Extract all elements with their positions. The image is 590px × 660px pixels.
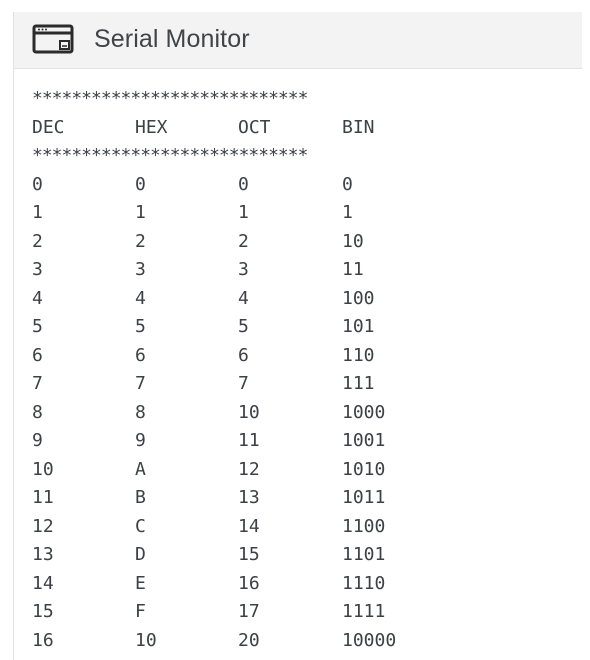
dec-value: 6 xyxy=(32,344,43,366)
dec-value: 10 xyxy=(32,458,54,480)
output-row: 13 D 15 1101 xyxy=(32,541,552,570)
hex-value: B xyxy=(135,487,146,508)
bin-value: 1110 xyxy=(342,572,386,594)
output-row: 10 A 12 1010 xyxy=(32,456,552,485)
output-row: 16 10 20 10000 xyxy=(32,627,552,656)
column-header-row: DEC HEX OCT BIN xyxy=(32,114,552,143)
hex-value: 2 xyxy=(135,230,146,252)
oct-value: 4 xyxy=(238,287,249,309)
dec-value: 5 xyxy=(32,316,43,337)
bin-value: 101 xyxy=(342,316,375,337)
dec-value: 2 xyxy=(32,230,43,252)
output-row: 0 0 0 0 xyxy=(32,171,552,200)
dec-value: 0 xyxy=(32,173,43,195)
oct-value: 5 xyxy=(238,316,249,337)
dec-value: 14 xyxy=(32,572,54,594)
output-row: 6 6 6 110 xyxy=(32,342,552,371)
bin-value: 111 xyxy=(342,373,375,394)
separator-line: **************************** xyxy=(32,88,308,109)
output-rows: 0 0 0 0 1 1 1 1 2 2 2 10 3 3 3 11 4 4 4 100 5 5 5 101 6 6 6 110 7 7 7 1… xyxy=(32,171,552,656)
oct-value: 7 xyxy=(238,373,249,394)
bin-value: 1101 xyxy=(342,544,386,565)
oct-value: 14 xyxy=(238,515,260,537)
output-row: 9 9 11 1001 xyxy=(32,427,552,456)
hex-value: 3 xyxy=(135,259,146,280)
hex-value: 0 xyxy=(135,173,146,195)
dec-value: 12 xyxy=(32,515,54,537)
output-row: 11 B 13 1011 xyxy=(32,484,552,513)
output-row: 3 3 3 11 xyxy=(32,256,552,285)
output-row: 5 5 5 101 xyxy=(32,313,552,342)
dec-value: 11 xyxy=(32,487,54,508)
oct-value: 11 xyxy=(238,430,260,451)
dec-value: 13 xyxy=(32,544,54,565)
dec-value: 15 xyxy=(32,601,54,622)
hex-value: 9 xyxy=(135,430,146,451)
column-header-hex: HEX xyxy=(135,116,168,138)
output-row: 7 7 7 111 xyxy=(32,370,552,399)
output-row: 4 4 4 100 xyxy=(32,285,552,314)
hex-value: A xyxy=(135,458,146,480)
dec-value: 9 xyxy=(32,430,43,451)
output-row: 14 E 16 1110 xyxy=(32,570,552,599)
bin-value: 0 xyxy=(342,173,353,195)
hex-value: 7 xyxy=(135,373,146,394)
oct-value: 12 xyxy=(238,458,260,480)
output-row: 12 C 14 1100 xyxy=(32,513,552,542)
serial-monitor-title: Serial Monitor xyxy=(94,25,250,53)
oct-value: 10 xyxy=(238,401,260,423)
hex-value: 1 xyxy=(135,202,146,223)
hex-value: 5 xyxy=(135,316,146,337)
hex-value: D xyxy=(135,544,146,565)
bin-value: 1000 xyxy=(342,401,386,423)
separator-line: **************************** xyxy=(32,145,308,166)
dec-value: 8 xyxy=(32,401,43,423)
column-header-bin: BIN xyxy=(342,116,375,138)
hex-value: F xyxy=(135,601,146,622)
bin-value: 1010 xyxy=(342,458,386,480)
serial-monitor-header: Serial Monitor xyxy=(14,12,582,69)
oct-value: 16 xyxy=(238,572,260,594)
output-row: 2 2 2 10 xyxy=(32,228,552,257)
bin-value: 1111 xyxy=(342,601,386,622)
oct-value: 2 xyxy=(238,230,249,252)
dec-value: 3 xyxy=(32,259,43,280)
serial-monitor-window-icon xyxy=(32,24,74,54)
oct-value: 13 xyxy=(238,487,260,508)
oct-value: 1 xyxy=(238,202,249,223)
bin-value: 110 xyxy=(342,344,375,366)
bin-value: 1001 xyxy=(342,430,386,451)
bin-value: 1100 xyxy=(342,515,386,537)
hex-value: 4 xyxy=(135,287,146,309)
output-row: 15 F 17 1111 xyxy=(32,598,552,627)
output-row: 8 8 10 1000 xyxy=(32,399,552,428)
column-header-dec: DEC xyxy=(32,116,65,138)
hex-value: 6 xyxy=(135,344,146,366)
serial-monitor-panel: Serial Monitor *************************… xyxy=(13,12,582,660)
oct-value: 20 xyxy=(238,629,260,651)
bin-value: 1011 xyxy=(342,487,386,508)
hex-value: C xyxy=(135,515,146,537)
bin-value: 10000 xyxy=(342,629,397,651)
dec-value: 4 xyxy=(32,287,43,309)
bin-value: 1 xyxy=(342,202,353,223)
bin-value: 10 xyxy=(342,230,364,252)
oct-value: 0 xyxy=(238,173,249,195)
dec-value: 7 xyxy=(32,373,43,394)
hex-value: 8 xyxy=(135,401,146,423)
hex-value: 10 xyxy=(135,629,157,651)
dec-value: 16 xyxy=(32,629,54,651)
oct-value: 6 xyxy=(238,344,249,366)
column-header-oct: OCT xyxy=(238,116,271,138)
oct-value: 17 xyxy=(238,601,260,622)
serial-output[interactable]: **************************** DEC HEX OCT… xyxy=(32,85,552,655)
oct-value: 15 xyxy=(238,544,260,565)
output-row: 1 1 1 1 xyxy=(32,199,552,228)
bin-value: 100 xyxy=(342,287,375,309)
hex-value: E xyxy=(135,572,146,594)
dec-value: 1 xyxy=(32,202,43,223)
bin-value: 11 xyxy=(342,259,364,280)
oct-value: 3 xyxy=(238,259,249,280)
